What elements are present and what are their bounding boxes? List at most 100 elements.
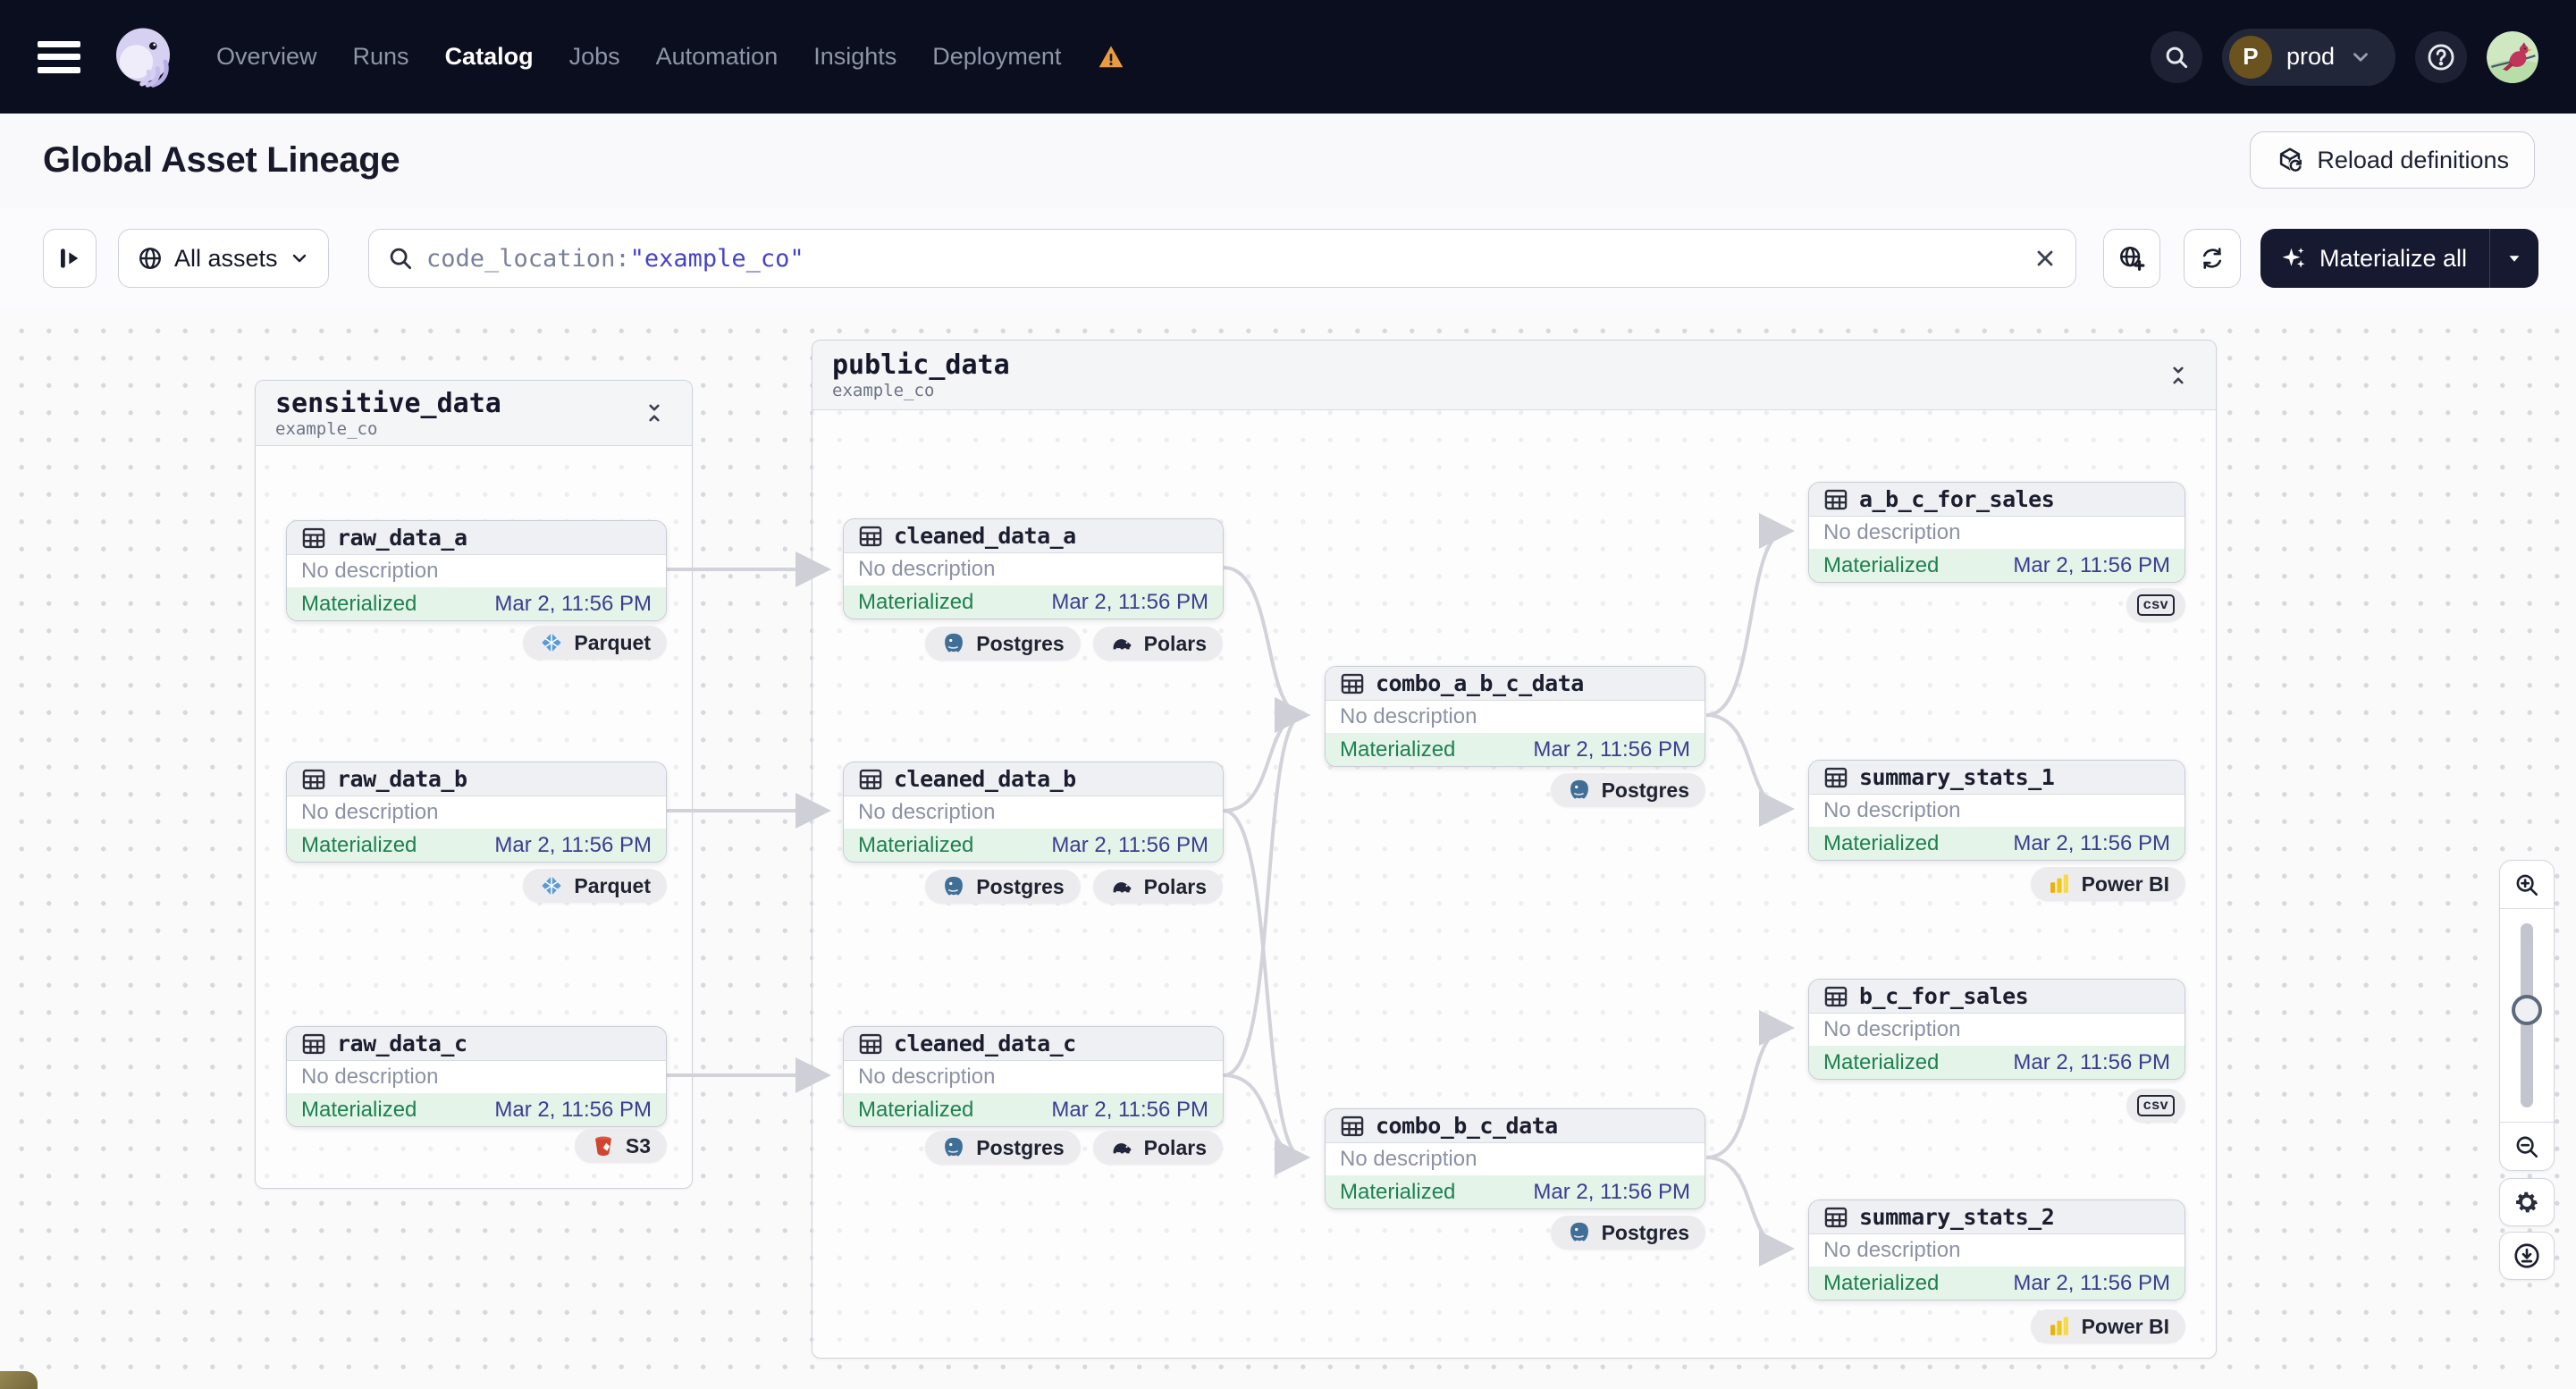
materialize-options-caret[interactable] xyxy=(2490,247,2538,270)
asset-kind-badges: Power BI xyxy=(2030,1309,2185,1343)
kind-badge-polars[interactable]: Polars xyxy=(1092,627,1223,661)
asset-node-combo-b-c-data[interactable]: combo_b_c_data No description Materializ… xyxy=(1325,1108,1705,1209)
menu-icon[interactable] xyxy=(38,40,80,73)
deployment-name: prod xyxy=(2286,43,2335,70)
nav-item-automation[interactable]: Automation xyxy=(656,43,779,71)
csv-icon: csv xyxy=(2136,1095,2175,1116)
kind-badge-polars[interactable]: Polars xyxy=(1092,870,1223,904)
asset-kind-badges: csv xyxy=(2126,1089,2185,1123)
nav-item-catalog[interactable]: Catalog xyxy=(445,43,534,71)
asset-node-raw-data-a[interactable]: raw_data_a No description Materialized Ma… xyxy=(286,520,667,621)
download-graph-button[interactable] xyxy=(2499,1232,2555,1280)
help-button[interactable] xyxy=(2415,30,2467,83)
nav-item-insights[interactable]: Insights xyxy=(813,43,897,71)
nav-item-overview[interactable]: Overview xyxy=(216,43,317,71)
kind-badge-postgres[interactable]: Postgres xyxy=(925,870,1081,904)
asset-kind-badges: Postgres xyxy=(1550,1216,1705,1250)
filter-to-selection-button[interactable] xyxy=(2103,229,2160,288)
global-asset-lineage-page: Overview Runs Catalog Jobs Automation In… xyxy=(0,0,2576,1389)
sparkle-icon xyxy=(2282,248,2305,268)
collapse-group-button[interactable] xyxy=(636,395,672,431)
asset-node-raw-data-c[interactable]: raw_data_c No description Materialized Ma… xyxy=(286,1026,667,1127)
table-icon xyxy=(302,527,325,548)
table-icon xyxy=(1824,489,1848,509)
collapse-icon xyxy=(2173,366,2184,383)
group-header[interactable]: sensitive_data example_co xyxy=(256,381,692,446)
postgres-icon xyxy=(1569,779,1589,800)
globe-icon xyxy=(139,248,161,269)
warning-icon xyxy=(1099,45,1124,67)
gear-icon xyxy=(2516,1191,2538,1213)
s3-icon xyxy=(594,1136,611,1157)
kind-badge-powerbi[interactable]: Power BI xyxy=(2030,1309,2185,1343)
kind-badge-postgres[interactable]: Postgres xyxy=(1550,1216,1705,1250)
asset-node-raw-data-b[interactable]: raw_data_b No description Materialized Ma… xyxy=(286,762,667,863)
zoom-in-icon xyxy=(2516,874,2538,896)
asset-search-input[interactable]: code_location: "example_co" xyxy=(368,229,2076,288)
kind-badge-csv[interactable]: csv xyxy=(2126,1089,2185,1123)
clear-search-icon[interactable] xyxy=(2033,246,2058,271)
asset-node-summary-stats-1[interactable]: summary_stats_1 No description Materiali… xyxy=(1808,760,2185,861)
kind-badge-polars[interactable]: Polars xyxy=(1092,1131,1223,1165)
kind-badge-postgres[interactable]: Postgres xyxy=(925,1131,1081,1165)
page-title: Global Asset Lineage xyxy=(43,140,400,180)
user-avatar[interactable] xyxy=(2487,30,2538,83)
zoom-in-button[interactable] xyxy=(2500,861,2554,909)
collapse-icon xyxy=(649,404,660,422)
materialize-all-button[interactable]: Materialize all xyxy=(2260,245,2489,273)
table-icon xyxy=(1824,767,1848,787)
reload-definitions-button[interactable]: Reload definitions xyxy=(2250,131,2535,189)
graph-settings-button[interactable] xyxy=(2499,1178,2555,1226)
dagster-logo[interactable] xyxy=(107,21,179,93)
asset-node-a-b-c-for-sales[interactable]: a_b_c_for_sales No description Materiali… xyxy=(1808,482,2185,583)
parquet-icon xyxy=(541,875,562,897)
table-icon xyxy=(1341,673,1364,694)
asset-node-cleaned-data-b[interactable]: cleaned_data_b No description Materializ… xyxy=(843,762,1224,863)
table-icon xyxy=(859,526,882,546)
asset-kind-badges: S3 xyxy=(574,1129,667,1163)
global-search-button[interactable] xyxy=(2150,30,2202,83)
kind-badge-postgres[interactable]: Postgres xyxy=(1550,773,1705,807)
asset-node-combo-a-b-c-data[interactable]: combo_a_b_c_data No description Material… xyxy=(1325,666,1705,767)
kind-badge-postgres[interactable]: Postgres xyxy=(925,627,1081,661)
kind-badge-csv[interactable]: csv xyxy=(2126,588,2185,622)
group-header[interactable]: public_data example_co xyxy=(812,341,2216,410)
zoom-out-button[interactable] xyxy=(2500,1122,2554,1170)
minimap-corner xyxy=(0,1371,38,1389)
parquet-icon xyxy=(541,632,562,653)
zoom-slider-thumb[interactable] xyxy=(2512,995,2542,1025)
caret-down-icon xyxy=(2509,256,2520,262)
asset-kind-badges: Parquet xyxy=(523,626,667,660)
zoom-slider xyxy=(2500,909,2554,1122)
powerbi-icon xyxy=(2050,874,2068,893)
asset-node-cleaned-data-a[interactable]: cleaned_data_a No description Materializ… xyxy=(843,518,1224,619)
panel-toggle-icon xyxy=(61,248,79,268)
asset-kind-badges: Postgres Polars xyxy=(925,1131,1223,1165)
kind-badge-parquet[interactable]: Parquet xyxy=(523,869,667,903)
open-panel-button[interactable] xyxy=(43,229,97,288)
nav-item-jobs[interactable]: Jobs xyxy=(569,43,620,71)
chevron-down-icon xyxy=(2353,52,2368,62)
kind-badge-parquet[interactable]: Parquet xyxy=(523,626,667,660)
asset-kind-badges: Power BI xyxy=(2030,867,2185,901)
table-icon xyxy=(302,769,325,789)
navbar-right: P prod xyxy=(2150,28,2538,86)
asset-node-b-c-for-sales[interactable]: b_c_for_sales No description Materialize… xyxy=(1808,979,2185,1080)
collapse-group-button[interactable] xyxy=(2160,358,2196,393)
asset-filter-dropdown[interactable]: All assets xyxy=(118,229,329,288)
nav-item-runs[interactable]: Runs xyxy=(353,43,409,71)
deployment-switcher[interactable]: P prod xyxy=(2221,28,2395,86)
reload-cube-icon xyxy=(2280,147,2304,173)
table-icon xyxy=(859,1033,882,1054)
lineage-canvas[interactable]: sensitive_data example_co public_data ex… xyxy=(0,309,2576,1389)
search-icon xyxy=(390,248,411,269)
nav-item-deployment[interactable]: Deployment xyxy=(932,43,1061,71)
asset-node-summary-stats-2[interactable]: summary_stats_2 No description Materiali… xyxy=(1808,1200,2185,1301)
kind-badge-powerbi[interactable]: Power BI xyxy=(2030,867,2185,901)
asset-node-cleaned-data-c[interactable]: cleaned_data_c No description Materializ… xyxy=(843,1026,1224,1127)
postgres-icon xyxy=(1569,1222,1589,1242)
postgres-icon xyxy=(944,876,964,897)
top-navbar: Overview Runs Catalog Jobs Automation In… xyxy=(0,0,2576,114)
kind-badge-s3[interactable]: S3 xyxy=(574,1129,667,1163)
refresh-button[interactable] xyxy=(2184,229,2241,288)
